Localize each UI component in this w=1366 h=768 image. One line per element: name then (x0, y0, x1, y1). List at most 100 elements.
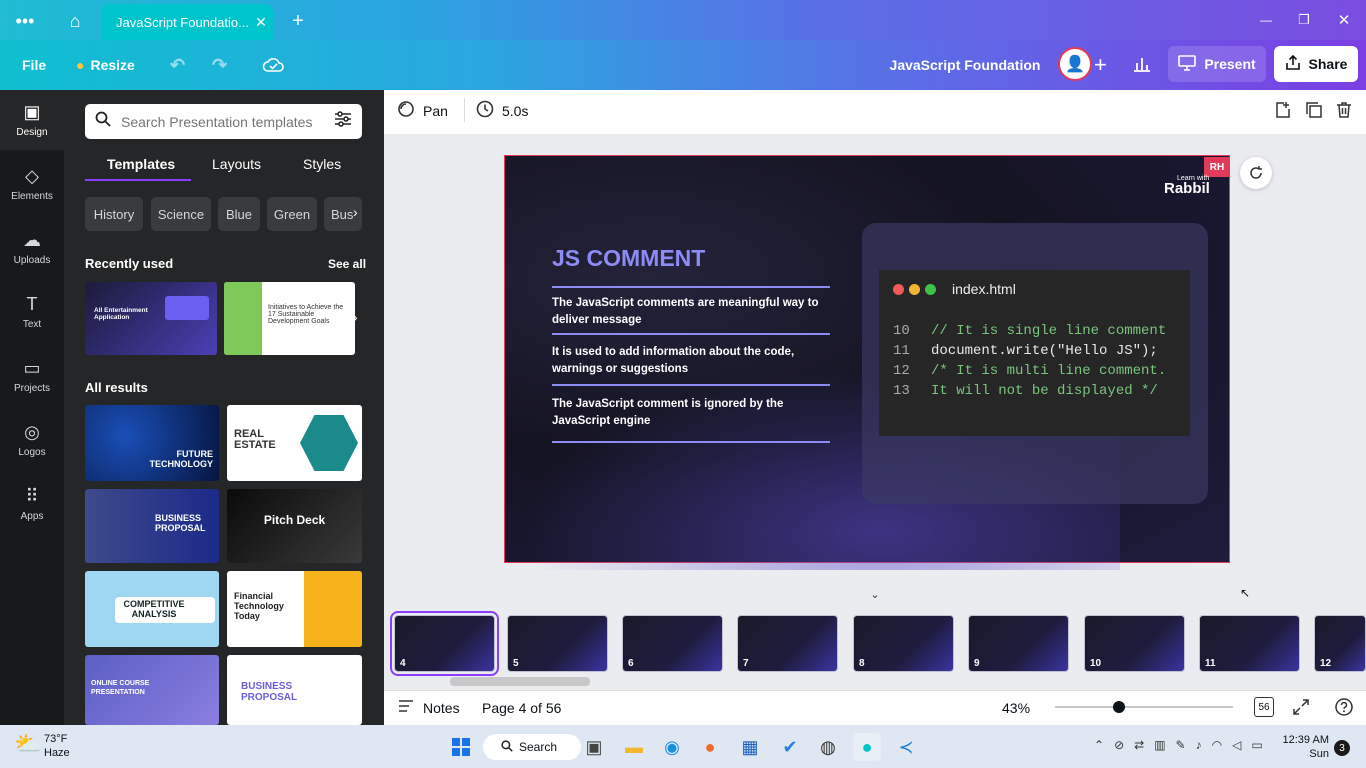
recent-template-1[interactable]: All Entertainment Application (85, 282, 217, 355)
close-window-button[interactable]: ✕ (1334, 8, 1354, 32)
line-number: 13 (893, 383, 910, 399)
template-search[interactable] (85, 104, 362, 139)
result-template-5[interactable]: COMPETITIVE ANALYSIS (85, 571, 219, 647)
rail-projects-label: Projects (13, 383, 51, 394)
todo-icon[interactable]: ✔ (776, 733, 804, 761)
zoom-slider-track[interactable] (1055, 706, 1233, 708)
tab-layouts[interactable]: Layouts (212, 156, 261, 172)
present-button[interactable]: Present (1168, 46, 1266, 82)
microphone-icon[interactable]: ♪ (1196, 738, 1202, 752)
invite-plus-icon[interactable]: + (1094, 40, 1107, 90)
search-input[interactable] (121, 113, 324, 130)
undo-icon[interactable]: ↶ (170, 40, 185, 90)
help-icon[interactable] (1335, 698, 1353, 721)
page-thumbnail[interactable]: 4 (390, 611, 499, 676)
pan-button[interactable]: Pan (397, 100, 448, 121)
tab-templates[interactable]: Templates (107, 156, 175, 172)
new-tab-button[interactable]: + (285, 8, 311, 34)
chip-green[interactable]: Green (267, 197, 317, 231)
page-thumbnail[interactable]: 5 (507, 615, 608, 672)
chevron-down-icon[interactable]: ⌄ (866, 588, 884, 604)
chip-blue[interactable]: Blue (218, 197, 260, 231)
minimize-button[interactable]: — (1256, 8, 1276, 32)
document-title[interactable]: JavaScript Foundation (880, 40, 1050, 90)
result-template-6[interactable]: Financial Technology Today (227, 571, 362, 647)
battery-icon[interactable]: ▭ (1251, 738, 1262, 752)
analytics-icon[interactable] (1124, 46, 1160, 82)
vscode-icon[interactable]: ≺ (892, 733, 920, 761)
file-menu-button[interactable]: File (22, 40, 46, 90)
fullscreen-icon[interactable] (1292, 698, 1310, 721)
app-tray-icon[interactable]: ▥ (1154, 738, 1165, 752)
system-tray[interactable]: ⌃ ⊘ ⇄ ▥ ✎ ♪ ◠ ◁ ▭ (1094, 738, 1263, 752)
store-icon[interactable]: ▦ (736, 733, 764, 761)
share-button[interactable]: Share (1274, 46, 1358, 82)
edge-icon[interactable]: ◉ (658, 733, 686, 761)
duplicate-page-icon[interactable] (1305, 101, 1323, 124)
result-template-7[interactable]: ONLINE COURSE PRESENTATION (85, 655, 219, 725)
rail-text[interactable]: T Text (0, 282, 64, 342)
chevron-right-icon[interactable]: › (353, 309, 358, 325)
task-view-icon[interactable]: ▣ (580, 733, 608, 761)
grid-view-button[interactable]: 56 (1254, 697, 1274, 717)
result-template-1[interactable]: FUTURE TECHNOLOGY (85, 405, 219, 481)
add-page-icon[interactable] (1274, 101, 1292, 124)
refresh-comment-icon[interactable] (1240, 157, 1272, 189)
notes-button[interactable]: Notes (398, 699, 460, 716)
filter-icon[interactable] (334, 111, 352, 132)
delete-page-icon[interactable] (1335, 101, 1353, 124)
page-thumbnail[interactable]: 6 (622, 615, 723, 672)
cloud-saved-icon[interactable] (262, 40, 284, 90)
chip-history[interactable]: History (85, 197, 143, 231)
weather-widget[interactable]: 73°F Haze (44, 732, 70, 760)
chevron-right-icon[interactable]: › (353, 204, 358, 220)
resize-button[interactable]: ● Resize (76, 40, 135, 90)
page-thumbnail[interactable]: 12 (1314, 615, 1366, 672)
weather-icon[interactable]: ⛅ (14, 731, 41, 757)
chevron-up-icon[interactable]: ⌃ (1094, 738, 1104, 752)
browser-tab[interactable]: JavaScript Foundatio... ✕ (101, 4, 273, 40)
zoom-slider-handle[interactable] (1113, 701, 1126, 713)
chip-science[interactable]: Science (151, 197, 211, 231)
taskbar-search[interactable]: Search (483, 734, 581, 760)
browser-menu-icon[interactable]: ••• (12, 8, 38, 34)
page-thumbnail[interactable]: 10 (1084, 615, 1185, 672)
page-thumbnail[interactable]: 8 (853, 615, 954, 672)
timing-button[interactable]: 5.0s (476, 100, 528, 121)
tab-styles[interactable]: Styles (303, 156, 341, 172)
sync-icon[interactable]: ⇄ (1134, 738, 1144, 752)
network-blocked-icon[interactable]: ⊘ (1114, 738, 1124, 752)
clock[interactable]: 12:39 AM Sun (1281, 733, 1329, 761)
notification-badge[interactable]: 3 (1334, 740, 1350, 756)
filmstrip-scrollbar[interactable] (450, 677, 590, 686)
canva-app-icon[interactable]: ● (853, 733, 881, 761)
firefox-icon[interactable]: ● (696, 733, 724, 761)
chrome-icon[interactable]: ◍ (814, 733, 842, 761)
windows-start-icon[interactable] (447, 733, 475, 761)
result-template-4[interactable]: Pitch Deck (227, 489, 362, 563)
close-tab-icon[interactable]: ✕ (249, 14, 273, 31)
redo-icon[interactable]: ↷ (212, 40, 227, 90)
page-thumbnail[interactable]: 7 (737, 615, 838, 672)
maximize-button[interactable]: ❐ (1294, 8, 1314, 32)
page-thumbnail[interactable]: 11 (1199, 615, 1300, 672)
rail-design[interactable]: ▣ Design (0, 90, 64, 150)
rail-projects[interactable]: ▭ Projects (0, 346, 64, 406)
home-icon[interactable]: ⌂ (62, 8, 88, 34)
pen-icon[interactable]: ✎ (1176, 738, 1186, 752)
result-template-2[interactable]: REAL ESTATE (227, 405, 362, 481)
rail-apps[interactable]: ⠿ Apps (0, 474, 64, 534)
wifi-icon[interactable]: ◠ (1212, 738, 1222, 752)
rail-uploads[interactable]: ☁ Uploads (0, 218, 64, 278)
see-all-link[interactable]: See all (328, 257, 366, 271)
rail-elements[interactable]: ◇ Elements (0, 154, 64, 214)
page-thumbnail[interactable]: 9 (968, 615, 1069, 672)
recent-template-2[interactable]: Initiatives to Achieve the 17 Sustainabl… (224, 282, 355, 355)
result-template-3[interactable]: BUSINESS PROPOSAL (85, 489, 219, 563)
result-template-8[interactable]: BUSINESS PROPOSAL (227, 655, 362, 725)
volume-icon[interactable]: ◁ (1232, 738, 1241, 752)
user-avatar[interactable]: 👤 (1058, 47, 1092, 81)
zoom-percent[interactable]: 43% (1002, 700, 1030, 716)
file-explorer-icon[interactable]: ▬ (620, 733, 648, 761)
rail-logos[interactable]: ◎ Logos (0, 410, 64, 470)
